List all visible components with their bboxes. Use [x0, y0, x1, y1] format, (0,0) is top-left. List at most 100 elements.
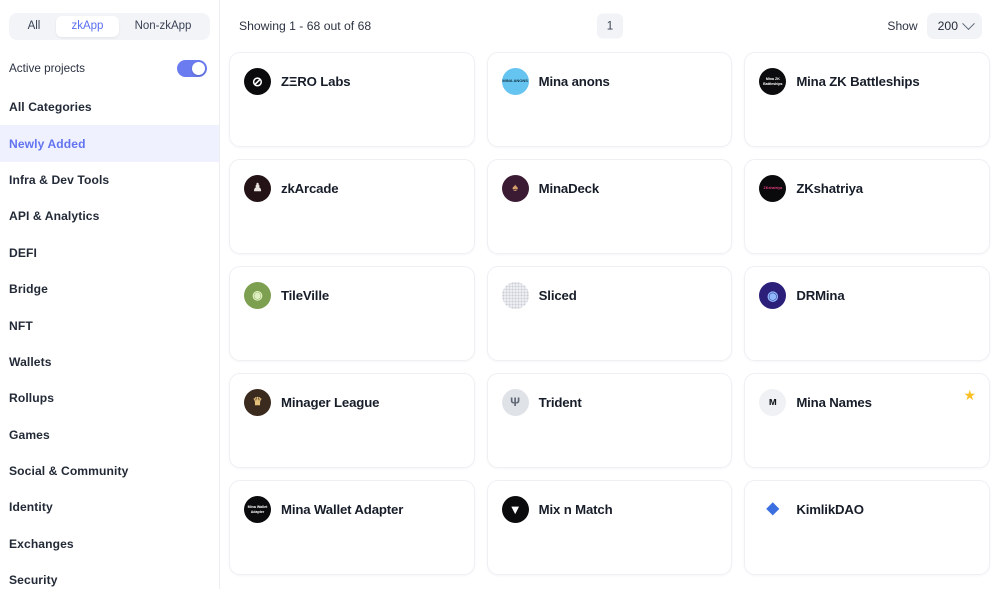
- project-type-tabs: All zkApp Non-zkApp: [9, 13, 210, 40]
- sidebar-item-api-analytics[interactable]: API & Analytics: [0, 198, 219, 234]
- sidebar-item-label: Identity: [9, 500, 53, 515]
- project-card[interactable]: ♟ zkArcade: [229, 159, 475, 254]
- project-card[interactable]: ᴍ Mina Names ★: [744, 373, 990, 468]
- project-name: Mina anons: [538, 74, 610, 89]
- pagination: 1: [597, 13, 623, 39]
- tab-zkapp[interactable]: zkApp: [55, 16, 119, 37]
- project-logo-icon: ZKshatriya: [759, 175, 787, 202]
- project-card-header: ◉ TileVille: [244, 282, 460, 309]
- project-card[interactable]: ◆ KimlikDAO: [744, 480, 990, 575]
- project-logo-icon: ♠: [501, 175, 529, 202]
- project-name: Trident: [538, 395, 582, 410]
- results-toolbar: Showing 1 - 68 out of 68 1 Show 200: [220, 0, 1000, 52]
- project-card[interactable]: ♠ MinaDeck: [486, 159, 733, 254]
- project-card-header: ᴍ Mina Names: [759, 389, 975, 416]
- project-logo-glyph: Mina ZK Battleships: [763, 77, 783, 86]
- project-logo-glyph: Mina Wallet Adapter: [247, 505, 268, 514]
- project-card[interactable]: Mina ZK Battleships Mina ZK Battleships: [744, 52, 990, 147]
- tab-all[interactable]: All: [12, 16, 56, 37]
- project-card-header: ♛ Minager League: [244, 389, 460, 416]
- project-card-header: ♟ zkArcade: [244, 175, 460, 202]
- sidebar-item-social-community[interactable]: Social & Community: [0, 453, 219, 489]
- main-content: Showing 1 - 68 out of 68 1 Show 200 ⊘ ZΞR…: [220, 0, 1000, 589]
- sidebar-item-security[interactable]: Security: [0, 562, 219, 589]
- active-projects-toggle[interactable]: [177, 59, 207, 77]
- project-logo-glyph: ⊘: [252, 73, 263, 89]
- sidebar-item-nft[interactable]: NFT: [0, 307, 219, 343]
- page-button-1[interactable]: 1: [597, 13, 623, 39]
- project-card[interactable]: ZKshatriya ZKshatriya: [744, 159, 990, 254]
- project-logo-icon: ◆: [759, 496, 787, 523]
- project-card-header: Sliced: [501, 282, 718, 309]
- project-logo-glyph: ◉: [767, 287, 779, 303]
- sidebar-item-label: Security: [9, 573, 58, 588]
- project-card[interactable]: MINA ANONS Mina anons: [486, 52, 733, 147]
- project-name: Mix n Match: [538, 502, 613, 517]
- sidebar-item-games[interactable]: Games: [0, 417, 219, 453]
- toggle-knob: [192, 61, 205, 75]
- project-logo-icon: Mina ZK Battleships: [759, 68, 787, 95]
- page-size-control: Show 200: [887, 13, 982, 39]
- sidebar-item-label: Social & Community: [9, 464, 129, 479]
- project-card-header: ◆ KimlikDAO: [759, 496, 975, 523]
- project-card[interactable]: Sliced: [486, 266, 733, 361]
- active-projects-row: Active projects: [0, 49, 219, 87]
- project-name: Sliced: [538, 288, 577, 303]
- project-card[interactable]: Mina Wallet Adapter Mina Wallet Adapter: [229, 480, 475, 575]
- project-card[interactable]: ♛ Minager League: [229, 373, 475, 468]
- featured-star-icon[interactable]: ★: [963, 388, 976, 402]
- project-logo-icon: ▼: [501, 496, 529, 523]
- project-logo-icon: ♟: [244, 175, 271, 202]
- sidebar-item-label: All Categories: [9, 100, 92, 115]
- project-card-header: Mina Wallet Adapter Mina Wallet Adapter: [244, 496, 460, 523]
- project-logo-icon: ⊘: [244, 68, 271, 95]
- project-card-header: Ψ Trident: [501, 389, 718, 416]
- project-name: ZKshatriya: [796, 181, 863, 196]
- project-name: Mina ZK Battleships: [796, 74, 920, 89]
- project-logo-icon: Mina Wallet Adapter: [244, 496, 271, 523]
- project-card-header: MINA ANONS Mina anons: [501, 68, 718, 95]
- project-logo-icon: ◉: [244, 282, 271, 309]
- project-card[interactable]: ◉ DRMina: [744, 266, 990, 361]
- project-card-header: ▼ Mix n Match: [501, 496, 718, 523]
- sidebar-item-label: Exchanges: [9, 536, 74, 551]
- project-logo-icon: MINA ANONS: [501, 68, 529, 95]
- project-logo-icon: ◉: [759, 282, 787, 309]
- sidebar-item-bridge[interactable]: Bridge: [0, 271, 219, 307]
- page-size-value: 200: [937, 19, 958, 33]
- sidebar-item-rollups[interactable]: Rollups: [0, 380, 219, 416]
- category-list: All Categories Newly Added Infra & Dev Too…: [0, 89, 219, 589]
- project-card[interactable]: ▼ Mix n Match: [486, 480, 733, 575]
- sidebar-item-infra-dev-tools[interactable]: Infra & Dev Tools: [0, 162, 219, 198]
- sidebar: All zkApp Non-zkApp Active projects All …: [0, 0, 220, 589]
- project-name: Mina Wallet Adapter: [281, 502, 404, 517]
- project-name: MinaDeck: [538, 181, 600, 196]
- sidebar-item-identity[interactable]: Identity: [0, 489, 219, 525]
- page-size-select[interactable]: 200: [926, 13, 982, 39]
- project-grid: ⊘ ZΞRO Labs MINA ANONS Mina anons Mina ZK Ba…: [220, 52, 1000, 575]
- sidebar-item-wallets[interactable]: Wallets: [0, 344, 219, 380]
- sidebar-item-label: NFT: [9, 318, 33, 333]
- tab-non-zkapp[interactable]: Non-zkApp: [119, 16, 207, 37]
- project-logo-glyph: ◉: [252, 288, 263, 303]
- sidebar-item-newly-added[interactable]: Newly Added: [0, 125, 219, 162]
- sidebar-item-label: Games: [9, 427, 50, 442]
- sidebar-item-label: Bridge: [9, 282, 48, 297]
- project-logo-glyph: ◆: [766, 500, 779, 518]
- results-count: Showing 1 - 68 out of 68: [239, 19, 372, 33]
- show-label: Show: [887, 19, 918, 33]
- project-card[interactable]: ◉ TileVille: [229, 266, 475, 361]
- project-name: Minager League: [281, 395, 380, 410]
- sidebar-item-exchanges[interactable]: Exchanges: [0, 526, 219, 562]
- sidebar-item-defi[interactable]: DEFI: [0, 235, 219, 271]
- project-logo-icon: ᴍ: [759, 389, 787, 416]
- project-name: zkArcade: [281, 181, 339, 196]
- sidebar-item-label: Rollups: [9, 391, 55, 406]
- project-card[interactable]: Ψ Trident: [486, 373, 733, 468]
- sidebar-item-all-categories[interactable]: All Categories: [0, 89, 219, 125]
- sidebar-item-label: DEFI: [9, 245, 37, 260]
- project-logo-icon: Ψ: [501, 389, 529, 416]
- project-logo-icon: [501, 282, 529, 309]
- project-name: DRMina: [796, 288, 845, 303]
- project-card[interactable]: ⊘ ZΞRO Labs: [229, 52, 475, 147]
